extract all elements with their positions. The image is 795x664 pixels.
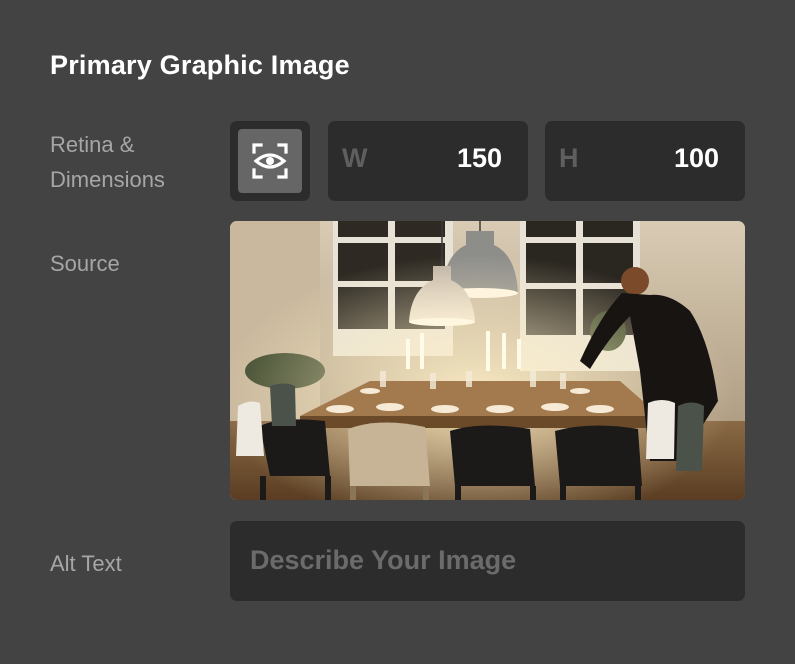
- alt-text-placeholder: Describe Your Image: [250, 545, 517, 575]
- retina-toggle-wrapper: [230, 121, 310, 201]
- height-field[interactable]: H 100: [545, 121, 745, 201]
- width-field[interactable]: W 150: [328, 121, 528, 201]
- dinner-table-photo: [230, 221, 745, 500]
- height-prefix: H: [559, 143, 579, 173]
- panel-title: Primary Graphic Image: [50, 50, 350, 80]
- retina-label-line2: Dimensions: [50, 167, 165, 192]
- retina-label-line1: Retina &: [50, 132, 135, 157]
- retina-dimensions-label: Retina & Dimensions: [50, 127, 165, 197]
- alt-text-input[interactable]: Describe Your Image: [230, 521, 745, 601]
- retina-scan-icon: [252, 143, 288, 179]
- width-value[interactable]: 150: [457, 143, 502, 174]
- source-image[interactable]: [230, 221, 745, 500]
- source-label: Source: [50, 251, 120, 276]
- height-value[interactable]: 100: [674, 143, 719, 174]
- width-prefix: W: [342, 143, 368, 173]
- retina-toggle-button[interactable]: [238, 129, 302, 193]
- alt-text-label: Alt Text: [50, 551, 122, 576]
